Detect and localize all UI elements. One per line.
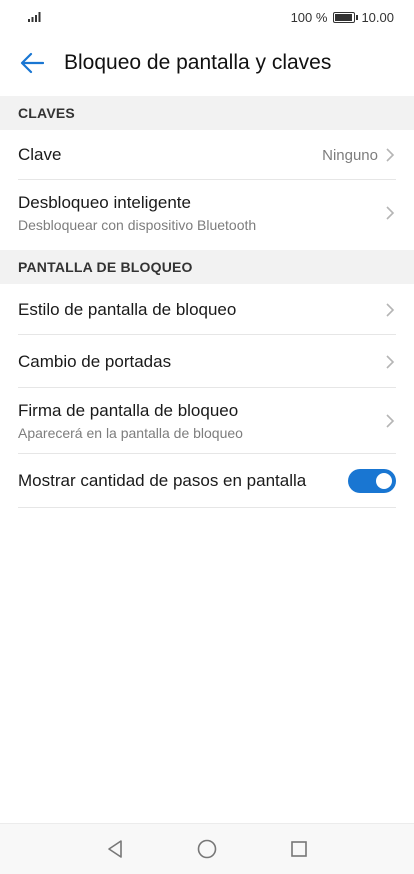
chevron-right-icon bbox=[386, 148, 395, 162]
setting-estilo-pantalla[interactable]: Estilo de pantalla de bloqueo bbox=[0, 284, 414, 335]
back-button[interactable] bbox=[0, 38, 64, 88]
setting-firma-pantalla[interactable]: Firma de pantalla de bloqueo Aparecerá e… bbox=[0, 388, 414, 454]
section-header-claves: CLAVES bbox=[0, 96, 414, 130]
chevron-right-icon bbox=[386, 414, 395, 428]
setting-desbloqueo-inteligente[interactable]: Desbloqueo inteligente Desbloquear con d… bbox=[0, 180, 414, 246]
triangle-back-icon bbox=[108, 840, 122, 858]
setting-clave[interactable]: Clave Ninguno bbox=[0, 130, 414, 180]
status-right: 100 % 10.00 bbox=[291, 10, 394, 25]
app-bar: Bloqueo de pantalla y claves bbox=[0, 38, 414, 88]
chevron-right-icon bbox=[386, 302, 395, 317]
status-bar: 100 % 10.00 bbox=[0, 0, 414, 36]
square-recents-icon bbox=[291, 841, 307, 857]
setting-estilo-title: Estilo de pantalla de bloqueo bbox=[18, 299, 237, 319]
setting-clave-title: Clave bbox=[18, 145, 62, 164]
circle-home-icon bbox=[197, 839, 217, 859]
setting-desbloqueo-subtitle: Desbloquear con dispositivo Bluetooth bbox=[18, 217, 257, 233]
signal-icon bbox=[28, 10, 44, 25]
battery-percent: 100 % bbox=[290, 10, 328, 25]
nav-home-button[interactable] bbox=[194, 836, 220, 862]
chevron-right-icon bbox=[386, 354, 395, 369]
setting-clave-value: Ninguno bbox=[322, 146, 378, 164]
page-title: Bloqueo de pantalla y claves bbox=[64, 51, 332, 74]
battery-icon bbox=[333, 12, 359, 23]
pasos-toggle[interactable] bbox=[348, 469, 396, 493]
navigation-bar bbox=[0, 823, 414, 874]
arrow-left-icon bbox=[20, 52, 44, 74]
setting-firma-title: Firma de pantalla de bloqueo bbox=[18, 401, 239, 420]
nav-recents-button[interactable] bbox=[286, 836, 312, 862]
toggle-knob bbox=[376, 473, 392, 489]
setting-desbloqueo-title: Desbloqueo inteligente bbox=[18, 193, 191, 212]
chevron-right-icon bbox=[386, 206, 395, 220]
setting-portadas-title: Cambio de portadas bbox=[18, 351, 172, 371]
setting-pasos-title: Mostrar cantidad de pasos en pantalla bbox=[18, 471, 307, 490]
setting-firma-subtitle: Aparecerá en la pantalla de bloqueo bbox=[18, 425, 243, 441]
nav-back-button[interactable] bbox=[102, 836, 128, 862]
setting-mostrar-pasos[interactable]: Mostrar cantidad de pasos en pantalla bbox=[0, 454, 414, 508]
section-header-pantalla: PANTALLA DE BLOQUEO bbox=[0, 250, 414, 284]
clock: 10.00 bbox=[361, 10, 394, 25]
setting-cambio-portadas[interactable]: Cambio de portadas bbox=[0, 335, 414, 388]
